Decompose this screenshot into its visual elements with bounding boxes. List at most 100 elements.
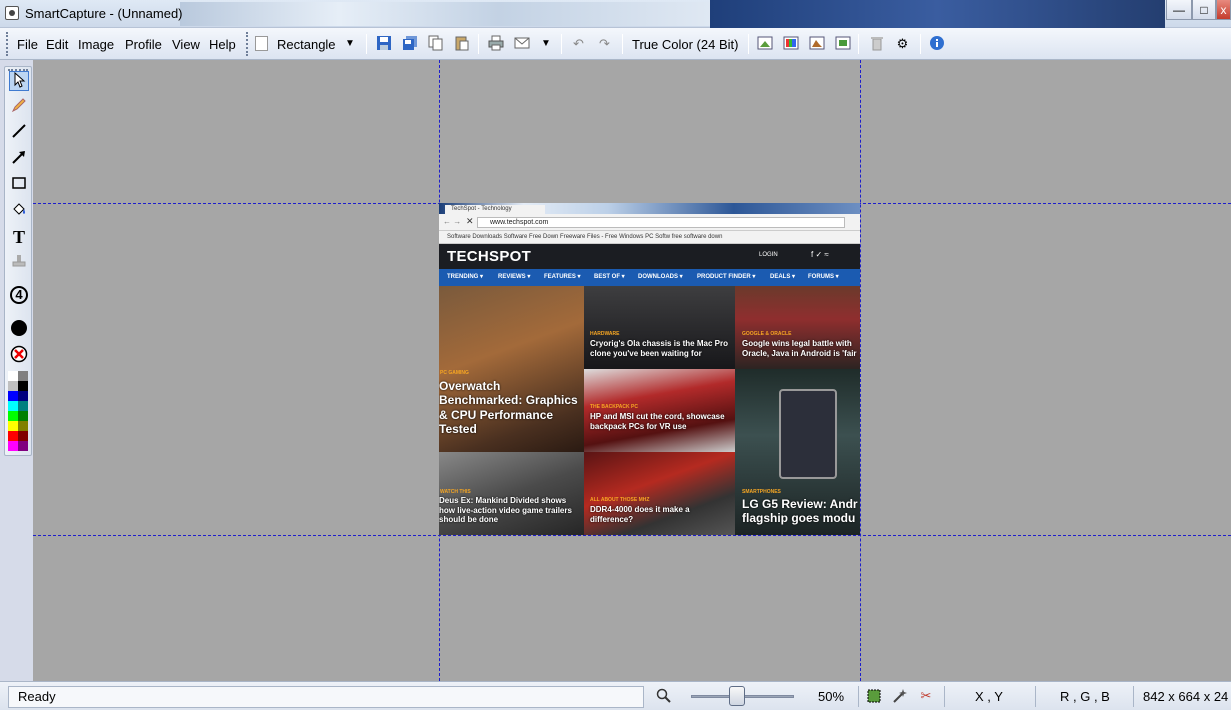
close-button[interactable]: x	[1216, 0, 1231, 20]
palette-swatch[interactable]	[8, 441, 18, 451]
palette-swatch[interactable]	[18, 381, 28, 391]
palette-swatch[interactable]	[18, 411, 28, 421]
selection-mode-dropdown[interactable]: Rectangle	[277, 37, 336, 52]
palette-swatch[interactable]	[18, 431, 28, 441]
info-icon[interactable]	[928, 35, 945, 52]
fill-tool-icon[interactable]	[9, 201, 29, 221]
article-title: Google wins legal battle with Oracle, Ja…	[742, 339, 857, 358]
zoom-icon[interactable]	[656, 688, 672, 707]
step-number-tool-icon[interactable]: 4	[9, 285, 29, 305]
app-icon	[5, 6, 19, 20]
save-icon[interactable]	[375, 35, 392, 52]
line-tool-icon[interactable]	[9, 123, 29, 143]
paste-icon[interactable]	[453, 35, 470, 52]
toolbar-separator	[478, 34, 479, 54]
article-title: LG G5 Review: Andr flagship goes modu	[742, 497, 858, 526]
trash-icon[interactable]	[868, 35, 885, 52]
fill-color-icon[interactable]	[9, 319, 29, 339]
site-login: LOGIN	[759, 252, 778, 258]
rectangle-tool-icon[interactable]	[9, 175, 29, 195]
maximize-button[interactable]: □	[1192, 0, 1216, 20]
selection-icon[interactable]	[866, 688, 882, 704]
no-color-icon[interactable]	[9, 345, 29, 365]
pencil-tool-icon[interactable]	[9, 97, 29, 117]
palette-swatch[interactable]	[8, 401, 18, 411]
browser-tab: TechSpot - Technology	[445, 205, 545, 214]
palette-swatch[interactable]	[8, 391, 18, 401]
menu-edit[interactable]: Edit	[46, 37, 68, 52]
stamp-tool-icon[interactable]	[9, 253, 29, 273]
zoom-percent: 50%	[818, 689, 845, 704]
color-balance-icon[interactable]	[782, 35, 799, 52]
menu-file[interactable]: File	[17, 37, 38, 52]
select-tool-icon[interactable]	[9, 71, 29, 91]
palette-swatch[interactable]	[18, 441, 28, 451]
toolbar-separator	[622, 34, 623, 54]
site-nav: TRENDING ▾ REVIEWS ▾ FEATURES ▾ BEST OF …	[439, 269, 860, 286]
phone-image	[779, 389, 837, 479]
background-window-strip	[710, 0, 1165, 28]
brightness-icon[interactable]	[808, 35, 825, 52]
resize-icon[interactable]	[756, 35, 773, 52]
browser-tabbar: TechSpot - Technology	[439, 203, 860, 214]
palette-swatch[interactable]	[8, 421, 18, 431]
site-nav-item: REVIEWS ▾	[498, 274, 531, 280]
menu-profile[interactable]: Profile	[125, 37, 162, 52]
toolbar-separator	[920, 34, 921, 54]
image-dimensions: 842 x 664 x 24	[1143, 689, 1229, 704]
palette-swatch[interactable]	[8, 431, 18, 441]
palette-swatch[interactable]	[8, 371, 18, 381]
selection-guide-bottom	[33, 535, 1231, 536]
status-separator	[1133, 686, 1134, 707]
crop-icon[interactable]	[834, 35, 851, 52]
gear-icon[interactable]: ⚙	[894, 35, 911, 52]
site-nav-item: DEALS ▾	[770, 274, 796, 280]
tool-palette: T 4	[4, 66, 32, 456]
article-category: WATCH THIS	[440, 489, 471, 495]
toolbar-separator	[858, 34, 859, 54]
article-tile: HARDWARE Cryorig's Ola chassis is the Ma…	[584, 286, 735, 369]
canvas-area[interactable]: TechSpot - Technology ← → ✕ www.techspot…	[33, 60, 1231, 681]
main-toolbar: File Edit Image Profile View Help Rectan…	[0, 28, 1231, 60]
menu-view[interactable]: View	[172, 37, 200, 52]
article-category: THE BACKPACK PC	[590, 404, 638, 410]
scissors-icon[interactable]: ✂	[918, 688, 934, 704]
palette-swatch[interactable]	[18, 401, 28, 411]
toolbar-grip[interactable]	[6, 32, 9, 56]
article-category: SMARTPHONES	[742, 489, 781, 495]
magic-wand-icon[interactable]	[892, 688, 908, 704]
new-capture-icon[interactable]	[255, 36, 268, 51]
copy-icon[interactable]	[427, 35, 444, 52]
palette-swatch[interactable]	[18, 371, 28, 381]
arrow-tool-icon[interactable]	[9, 149, 29, 169]
palette-swatch[interactable]	[18, 391, 28, 401]
palette-swatch[interactable]	[8, 411, 18, 421]
article-title: DDR4-4000 does it make a difference?	[590, 505, 690, 524]
palette-swatch[interactable]	[18, 421, 28, 431]
print-icon[interactable]	[487, 35, 504, 52]
browser-address-bar: ← → ✕ www.techspot.com	[439, 214, 860, 231]
site-header: TECHSPOT LOGIN f ✓ ≈	[439, 244, 860, 269]
menu-help[interactable]: Help	[209, 37, 236, 52]
captured-image[interactable]: TechSpot - Technology ← → ✕ www.techspot…	[439, 203, 860, 535]
redo-icon[interactable]: ↷	[596, 35, 613, 52]
text-tool-icon[interactable]: T	[9, 227, 29, 247]
zoom-slider-thumb[interactable]	[729, 686, 745, 706]
palette-swatch[interactable]	[8, 381, 18, 391]
browser-url: www.techspot.com	[477, 217, 845, 228]
minimize-button[interactable]: —	[1166, 0, 1192, 20]
save-all-icon[interactable]	[401, 35, 418, 52]
site-social-icons: f ✓ ≈	[811, 250, 829, 259]
email-icon[interactable]	[513, 35, 530, 52]
article-title: Overwatch Benchmarked: Graphics & CPU Pe…	[439, 379, 578, 437]
menu-image[interactable]: Image	[78, 37, 114, 52]
undo-icon[interactable]: ↶	[570, 35, 587, 52]
article-title: Deus Ex: Mankind Divided shows how live-…	[439, 496, 572, 525]
color-mode-dropdown[interactable]: True Color (24 Bit)	[632, 37, 738, 52]
chevron-down-icon[interactable]: ▼	[345, 38, 355, 49]
toolbar-separator	[748, 34, 749, 54]
chevron-down-icon[interactable]: ▼	[541, 38, 551, 49]
toolbar-grip[interactable]	[246, 32, 249, 56]
title-bar: SmartCapture - (Unnamed) — □ x	[0, 0, 1231, 28]
site-nav-item: TRENDING ▾	[447, 274, 484, 280]
